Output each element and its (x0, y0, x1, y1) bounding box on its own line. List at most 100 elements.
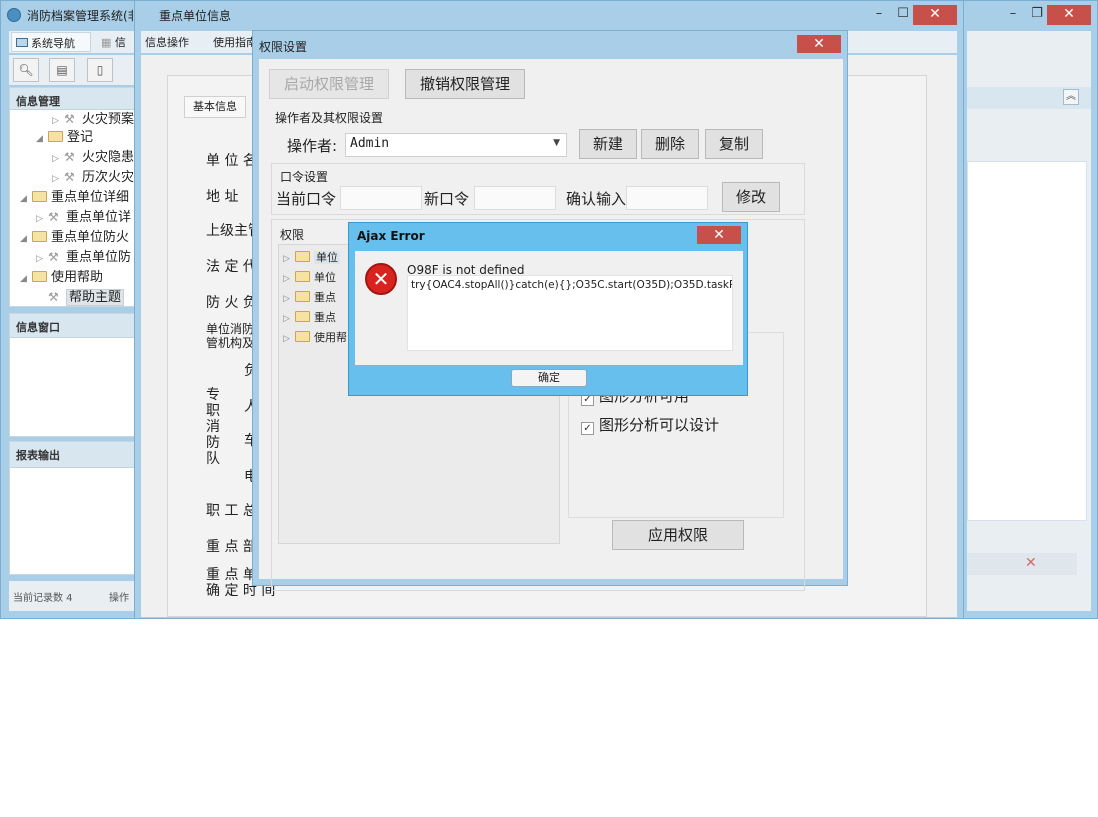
collapsed-arrow-icon[interactable]: ▷ (283, 274, 295, 284)
right-content-area (967, 161, 1087, 521)
operator-section: 操作者: Admin ▼ 新建 删除 复制 (273, 125, 803, 165)
tree-item[interactable]: ◢ 重点单位详细 (20, 186, 129, 205)
folder-icon (295, 291, 310, 302)
report-output-panel: 报表输出 (9, 441, 140, 575)
report-output-header: 报表输出 (10, 442, 140, 468)
tree-item[interactable]: ◢ 登记 (36, 126, 93, 145)
tree-item[interactable]: ◢ 重点单位防火 (20, 226, 129, 245)
checkbox-label: 图形分析可以设计 (599, 416, 720, 434)
list-tool-icon[interactable]: ▤ (49, 58, 75, 82)
collapsed-arrow-icon[interactable]: ▷ (283, 314, 295, 324)
current-password-input[interactable] (340, 186, 422, 210)
operator-section-label: 操作者及其权限设置 (275, 111, 384, 125)
label-key-dept: 重 点 部 (206, 539, 257, 555)
error-detail-box[interactable]: try{OAC4.stopAll()}catch(e){};O35C.start… (407, 275, 733, 351)
checkbox[interactable]: ✓ (581, 422, 594, 435)
error-dialog-title: Ajax Error (357, 229, 425, 243)
error-ok-button[interactable]: 确定 (511, 369, 587, 387)
main-close-button[interactable]: ✕ (1047, 5, 1091, 25)
wrench-icon: ⚒ (48, 210, 59, 224)
apply-permission-button[interactable]: 应用权限 (612, 520, 744, 550)
rights-section-label: 权限 (280, 228, 305, 242)
search-tool-icon[interactable]: 🔍︎ (13, 58, 39, 82)
expand-arrow-icon[interactable]: ◢ (20, 194, 32, 204)
collapsed-arrow-icon[interactable]: ▷ (283, 254, 295, 264)
tab-basic-info[interactable]: 基本信息 (184, 96, 246, 118)
chevron-down-icon: ▼ (553, 138, 560, 148)
folder-icon (32, 191, 47, 202)
delete-operator-button[interactable]: 删除 (641, 129, 699, 159)
tree-item[interactable]: ▷ ⚒ 重点单位防 (36, 246, 131, 265)
wrench-icon: ⚒ (64, 150, 75, 164)
monitor-icon (16, 38, 28, 47)
ajax-error-dialog: Ajax Error ✕ ✕ O98F is not defined try{O… (348, 222, 748, 396)
main-window-title: 消防档案管理系统(非 (27, 9, 140, 23)
app-logo-icon (7, 8, 21, 22)
expand-arrow-icon[interactable]: ◢ (36, 134, 48, 144)
tab-info-ops[interactable]: 信息操作 (145, 34, 189, 50)
collapsed-arrow-icon[interactable]: ▷ (52, 174, 64, 184)
error-dialog-body: ✕ O98F is not defined try{OAC4.stopAll()… (355, 251, 743, 365)
unit-titlebar: 重点单位信息 – ☐ ✕ (135, 1, 963, 29)
perm-close-button[interactable]: ✕ (797, 35, 841, 53)
rights-tree-item[interactable]: ▷ 使用帮 (283, 329, 347, 345)
unit-close-button[interactable]: ✕ (913, 5, 957, 25)
confirm-password-label: 确认输入 (566, 190, 627, 208)
rights-tree-label: 使用帮 (314, 331, 347, 344)
tab-info[interactable]: ▦ 信 (101, 34, 126, 50)
perm-window-title: 权限设置 (259, 40, 308, 54)
rights-tree-item[interactable]: ▷ 单位 (283, 249, 340, 265)
tree-item[interactable]: ▷ ⚒ 火灾隐患 (52, 146, 134, 165)
folder-icon (32, 231, 47, 242)
expand-arrow-icon[interactable]: ◢ (20, 234, 32, 244)
tree-item-label: 重点单位详 (66, 210, 132, 225)
rights-tree-item[interactable]: ▷ 重点 (283, 309, 336, 325)
status-bar: 当前记录数 4 操作 (9, 581, 139, 611)
tree-item[interactable]: ▷ ⚒ 火灾预案 (52, 110, 134, 127)
tree-item[interactable]: ▷ ⚒ 重点单位详 (36, 206, 131, 225)
label-unit-fire-2: 管机构及 (206, 336, 255, 350)
label-unit-name: 单 位 名 (206, 153, 257, 169)
cancel-permission-button[interactable]: 撤销权限管理 (405, 69, 525, 99)
tab-user-guide[interactable]: 使用指南 (213, 34, 257, 50)
password-section-label: 口令设置 (280, 170, 329, 184)
wrench-icon: ⚒ (48, 250, 59, 264)
expand-arrow-icon[interactable]: ◢ (20, 274, 32, 284)
tab-info-label: 信 (114, 36, 126, 49)
operator-select[interactable]: Admin ▼ (345, 133, 567, 157)
start-permission-button[interactable]: 启动权限管理 (269, 69, 389, 99)
operator-label: 操作者: (287, 137, 338, 155)
label-fire-leader: 防 火 负 (206, 295, 257, 311)
folder-icon (295, 311, 310, 322)
error-detail-text: try{OAC4.stopAll()}catch(e){};O35C.start… (411, 279, 733, 291)
tree-item-label: 重点单位详细 (51, 190, 130, 205)
rights-tree-item[interactable]: ▷ 单位 (283, 269, 336, 285)
document-tool-icon[interactable]: ▯ (87, 58, 113, 82)
rights-tree-item[interactable]: ▷ 重点 (283, 289, 336, 305)
collapsed-arrow-icon[interactable]: ▷ (52, 116, 64, 126)
folder-icon (295, 251, 310, 262)
collapsed-arrow-icon[interactable]: ▷ (283, 334, 295, 344)
tree-item[interactable]: ◢ 使用帮助 (20, 266, 103, 285)
collapsed-arrow-icon[interactable]: ▷ (283, 294, 295, 304)
new-password-input[interactable] (474, 186, 556, 210)
label-staff-total: 职 工 总 (206, 503, 257, 519)
collapsed-arrow-icon[interactable]: ▷ (36, 254, 48, 264)
collapsed-arrow-icon[interactable]: ▷ (36, 214, 48, 224)
permission-checkbox-row[interactable]: ✓ 图形分析可以设计 (581, 414, 719, 435)
tree-item-label: 重点单位防 (66, 250, 132, 265)
collapse-up-icon[interactable]: ︽ (1063, 89, 1079, 105)
collapsed-arrow-icon[interactable]: ▷ (52, 154, 64, 164)
info-window-header: 信息窗口 (10, 314, 140, 338)
confirm-password-input[interactable] (626, 186, 708, 210)
tree-item[interactable]: ▷ ⚒ 历次火灾 (52, 166, 134, 185)
modify-password-button[interactable]: 修改 (722, 182, 780, 212)
new-operator-button[interactable]: 新建 (579, 129, 637, 159)
copy-operator-button[interactable]: 复制 (705, 129, 763, 159)
error-close-button[interactable]: ✕ (697, 226, 741, 244)
tree-item[interactable]: ⚒ 帮助主题 (36, 286, 125, 306)
password-section: 口令设置 当前口令 新口令 确认输入 修改 (271, 163, 805, 215)
info-management-header: 信息管理 (10, 88, 140, 110)
close-x-icon[interactable]: ✕ (1025, 555, 1037, 571)
tab-system-nav[interactable]: 系统导航 (11, 32, 91, 52)
